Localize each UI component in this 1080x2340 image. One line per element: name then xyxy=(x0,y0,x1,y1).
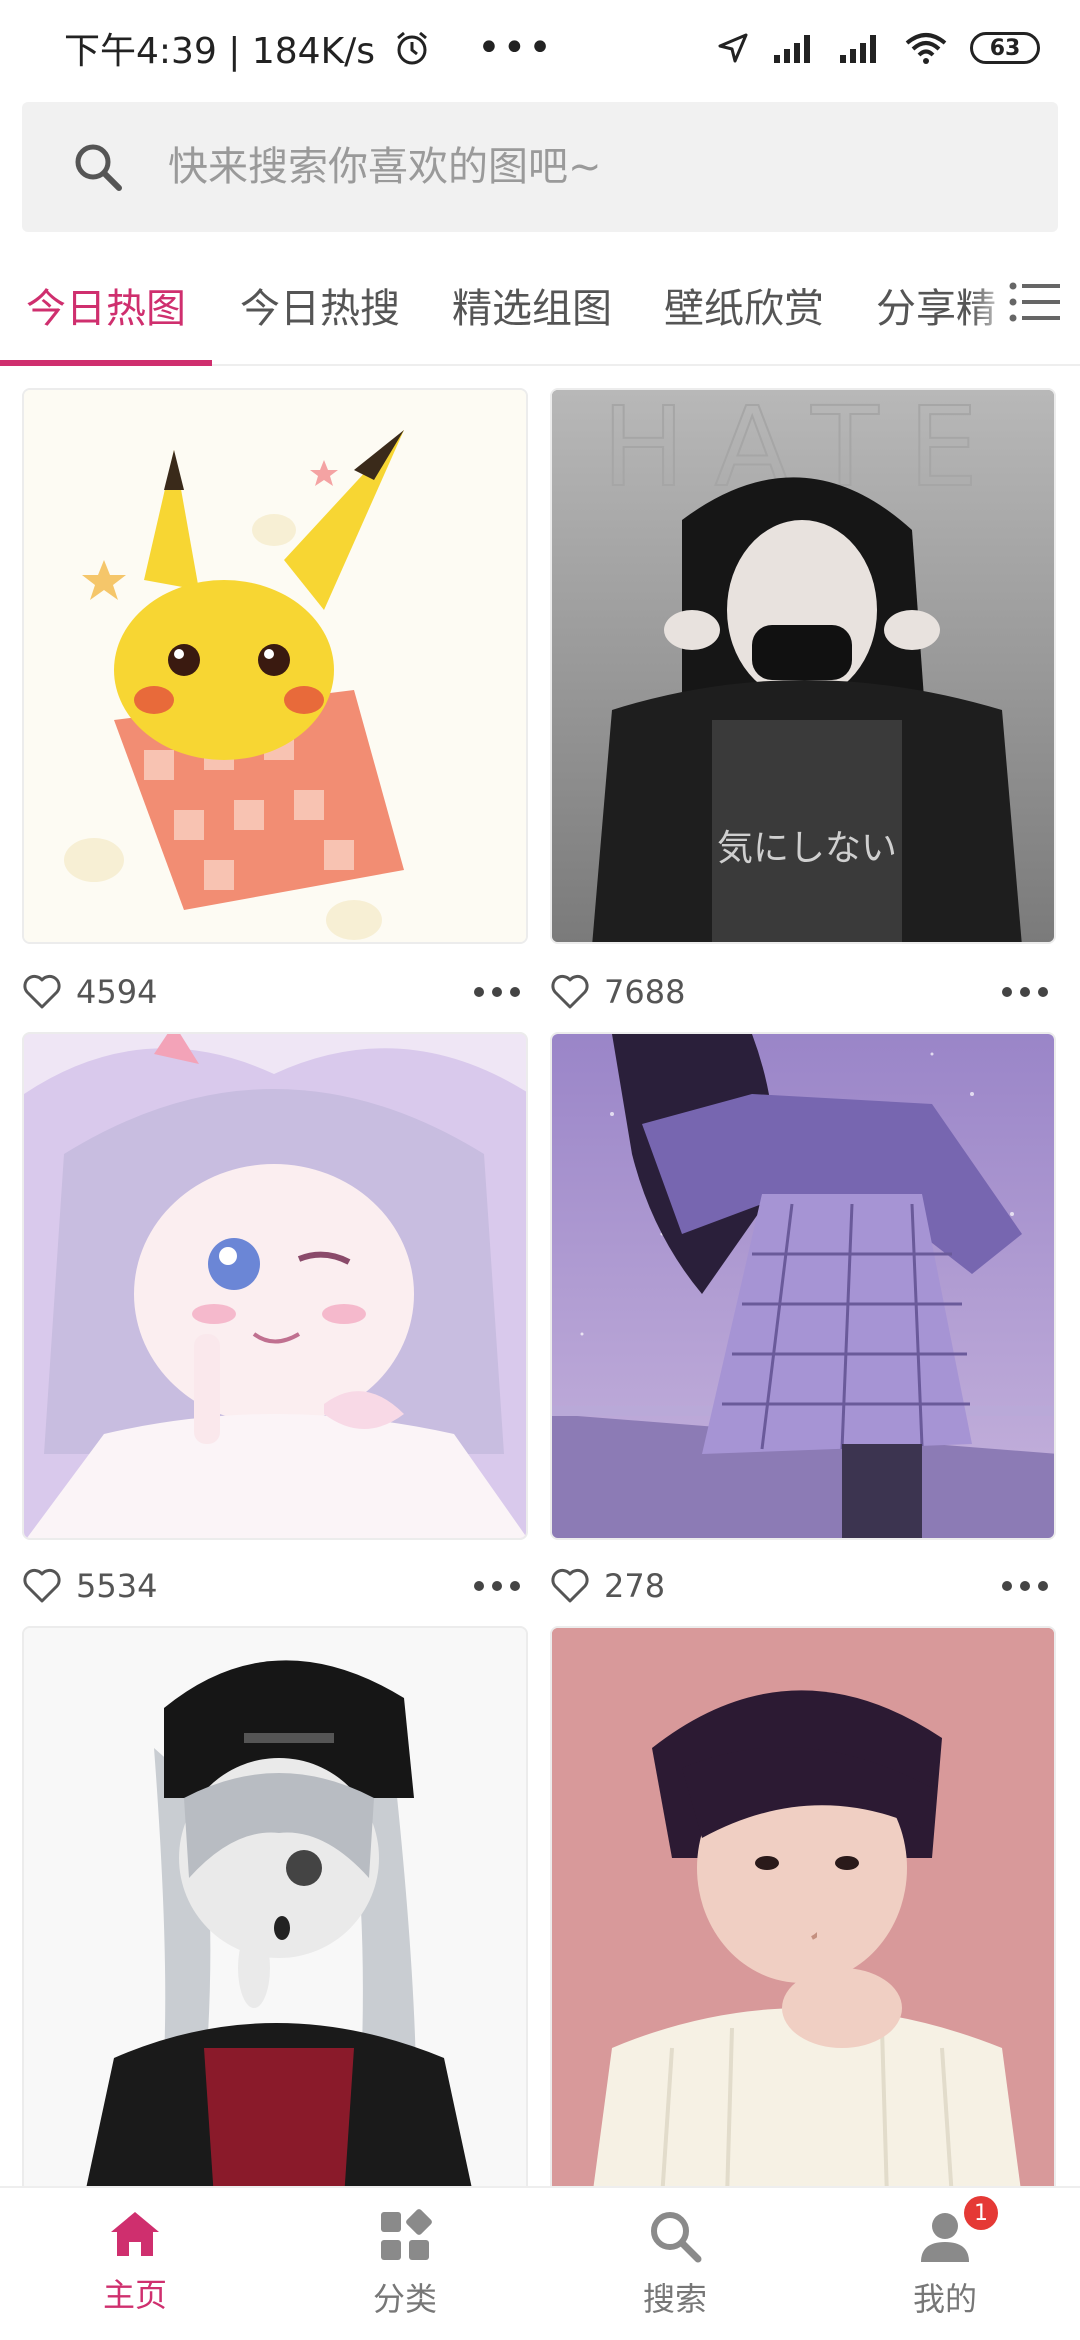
tab-today-hot-images[interactable]: 今日热图 xyxy=(26,276,186,334)
like-area[interactable]: 7688 xyxy=(550,973,685,1011)
nav-search[interactable]: 搜索 xyxy=(540,2188,810,2340)
heart-icon[interactable] xyxy=(22,1568,62,1604)
heart-icon[interactable] xyxy=(550,1568,590,1604)
notification-badge: 1 xyxy=(964,2196,998,2230)
status-bar: 下午4:39 | 184K/s ••• 63 xyxy=(0,0,1080,96)
wifi-icon xyxy=(905,33,947,64)
more-options-icon[interactable] xyxy=(1002,1581,1056,1591)
bottom-navigation: 主页 分类 搜索 我的 1 xyxy=(0,2186,1080,2340)
nav-mine[interactable]: 我的 1 xyxy=(810,2188,1080,2340)
like-area[interactable]: 278 xyxy=(550,1567,665,1605)
winking-girl-illustration xyxy=(24,1034,526,1538)
card-meta: 278 xyxy=(550,1554,1056,1618)
nav-category[interactable]: 分类 xyxy=(270,2188,540,2340)
location-icon xyxy=(718,33,748,63)
card-image[interactable] xyxy=(22,1626,528,2196)
signal-icon-2 xyxy=(840,35,876,63)
status-more-icon: ••• xyxy=(477,25,554,71)
card-image[interactable]: HATE 気にしない xyxy=(550,388,1056,944)
like-count: 4594 xyxy=(76,973,158,1011)
signal-icon xyxy=(774,35,810,63)
category-grid-icon[interactable] xyxy=(377,2208,433,2264)
battery-indicator: 63 xyxy=(970,32,1040,64)
sweater-boy-photo xyxy=(552,1628,1054,2194)
tab-today-hot-searches[interactable]: 今日热搜 xyxy=(240,276,400,334)
card-meta: 5534 xyxy=(22,1554,528,1618)
battery-level: 63 xyxy=(989,35,1021,61)
nav-mine-label: 我的 xyxy=(912,2280,977,2318)
like-count: 7688 xyxy=(604,973,686,1011)
card-meta: 7688 xyxy=(550,960,1056,1024)
cap-girl-illustration xyxy=(24,1628,526,2194)
search-bar[interactable] xyxy=(22,102,1058,232)
alarm-icon xyxy=(397,31,428,65)
purple-skirt-photo xyxy=(552,1034,1054,1538)
tab-menu-icon[interactable] xyxy=(1008,280,1062,324)
like-area[interactable]: 5534 xyxy=(22,1567,157,1605)
card-image[interactable] xyxy=(550,1032,1056,1540)
category-tabs: 今日热图 今日热搜 精选组图 壁纸欣赏 分享精 xyxy=(0,252,1080,366)
home-icon[interactable] xyxy=(107,2208,163,2260)
search-input[interactable] xyxy=(166,143,966,191)
heart-icon[interactable] xyxy=(22,974,62,1010)
masked-girl-illustration: HATE 気にしない xyxy=(552,390,1054,942)
nav-home-label: 主页 xyxy=(102,2276,167,2314)
shirt-text: 気にしない xyxy=(717,828,897,869)
card-meta: 4594 xyxy=(22,960,528,1024)
heart-icon[interactable] xyxy=(550,974,590,1010)
tab-wallpapers[interactable]: 壁纸欣赏 xyxy=(664,276,824,334)
status-time: 下午4:39 | 184K/s xyxy=(64,31,376,72)
more-options-icon[interactable] xyxy=(474,1581,528,1591)
tab-featured-sets[interactable]: 精选组图 xyxy=(452,276,612,334)
like-count: 278 xyxy=(604,1567,666,1605)
active-tab-indicator xyxy=(0,360,212,366)
search-icon[interactable] xyxy=(72,141,124,193)
nav-search-label: 搜索 xyxy=(642,2280,707,2318)
nav-home[interactable]: 主页 xyxy=(0,2188,270,2340)
nav-category-label: 分类 xyxy=(372,2280,437,2318)
card-image[interactable] xyxy=(22,1032,528,1540)
card-image[interactable] xyxy=(22,388,528,944)
like-area[interactable]: 4594 xyxy=(22,973,157,1011)
card-image[interactable] xyxy=(550,1626,1056,2196)
search-icon[interactable] xyxy=(647,2208,703,2264)
pikachu-illustration xyxy=(24,390,526,942)
more-options-icon[interactable] xyxy=(474,987,528,997)
like-count: 5534 xyxy=(76,1567,158,1605)
more-options-icon[interactable] xyxy=(1002,987,1056,997)
